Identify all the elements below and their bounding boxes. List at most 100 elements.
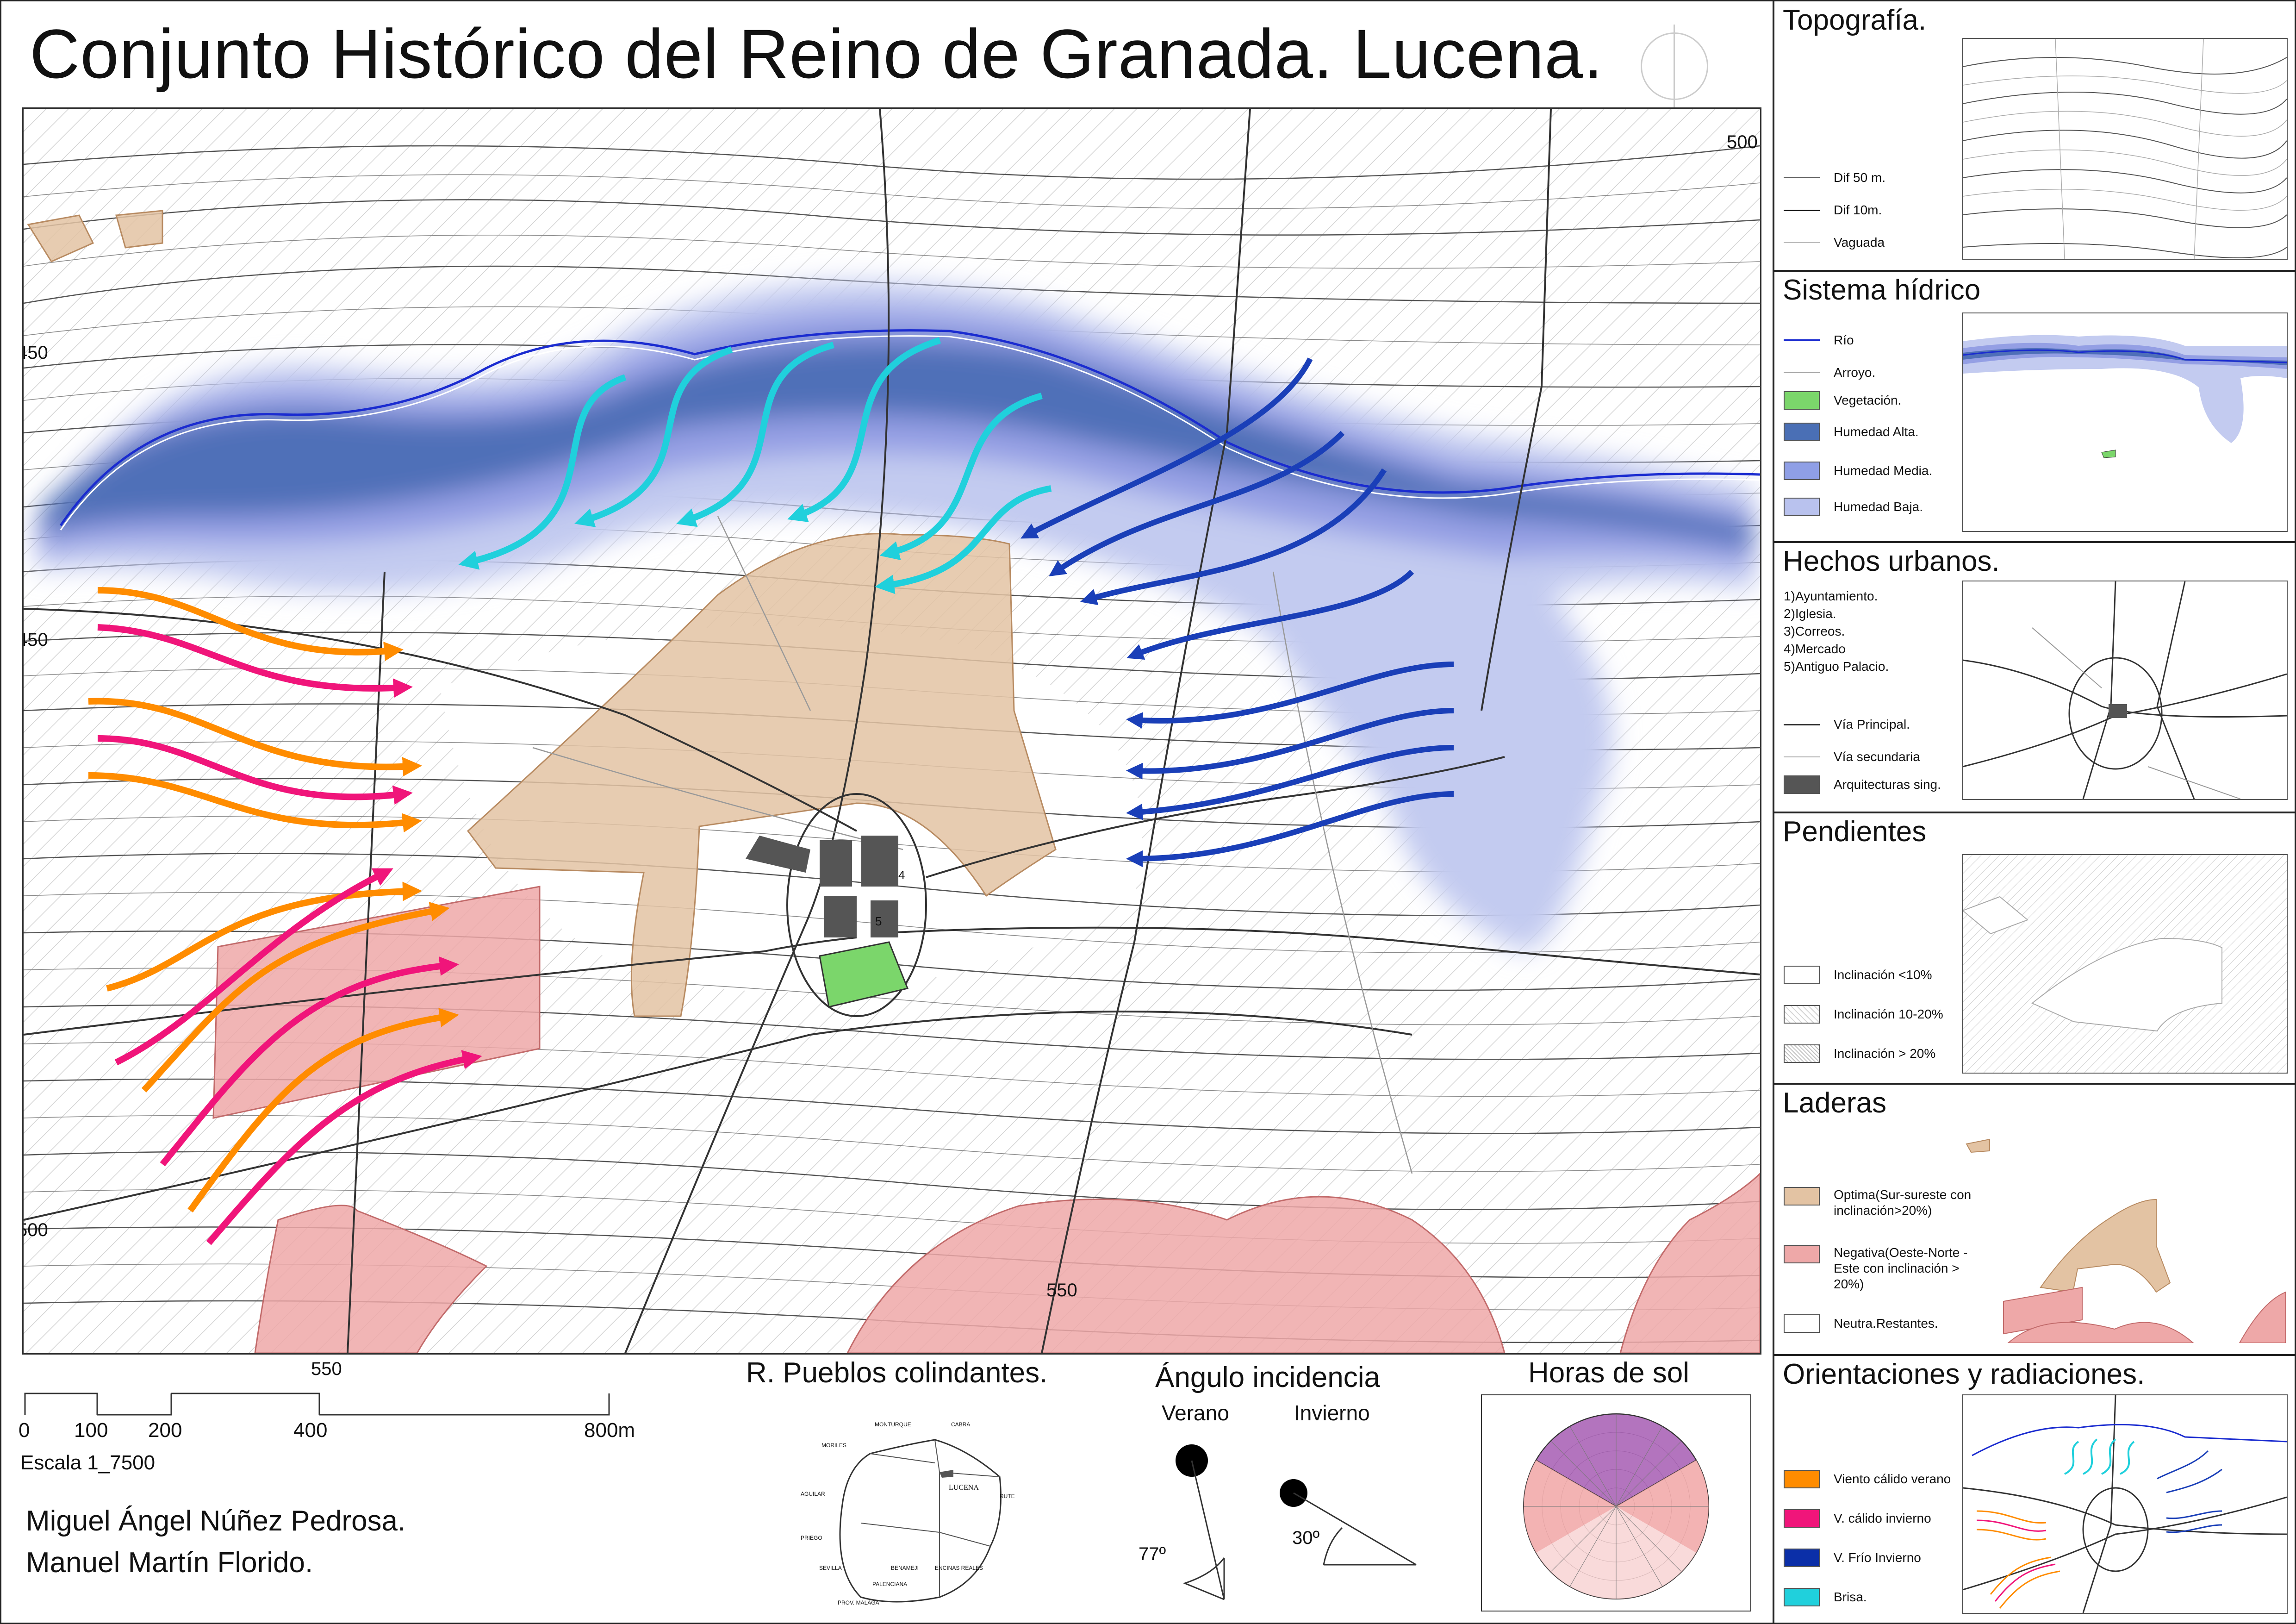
panel-title: Pendientes [1783,816,1927,848]
pueblo-label: CABRA [951,1421,971,1428]
panel-orientaciones: Orientaciones y radiaciones. Viento cáli… [1774,1354,2296,1624]
pueblo-label: PALENCIANA [872,1581,908,1587]
contour-label: 450 [24,630,48,650]
pueblos-map[interactable]: MONTURQUE CABRA MORILES LUCENA AGUILAR R… [801,1403,1032,1611]
place-label: 5 [875,914,882,928]
place-label: 4 [898,868,905,882]
legend-item: V. cálido invierno [1784,1509,1931,1528]
hidrico-mini-map [1963,335,2287,458]
sun-chart[interactable] [1481,1394,1751,1612]
panel-title: Topografía. [1783,4,1927,36]
panel-title: Orientaciones y radiaciones. [1783,1358,2145,1390]
panel-sistema-hidrico: Sistema hídrico Río Arroyo. Vegetación. … [1774,270,2296,543]
hidrico-thumbnail[interactable] [1962,312,2288,532]
legend-item: Río [1784,333,1854,348]
orientaciones-thumbnail[interactable] [1962,1394,2288,1614]
scale-tick: 800m [584,1419,635,1442]
panel-hechos-urbanos: Hechos urbanos. 1)Ayuntamiento. 2)Iglesi… [1774,541,2296,813]
negativa-swatch-icon [1784,1245,1820,1263]
north-arrow-icon [1641,25,1708,108]
legend-item: Vegetación. [1784,391,1901,410]
legend-item: Inclinación 10-20% [1784,1005,1943,1024]
urban-facts-list: 1)Ayuntamiento. 2)Iglesia. 3)Correos. 4)… [1784,587,1889,675]
legend-item: Inclinación > 20% [1784,1044,1935,1063]
legend-item: Vía Principal. [1784,717,1910,732]
panel-title: Sistema hídrico [1783,274,1981,306]
legend-item: Arroyo. [1784,365,1875,380]
fact-item: 1)Ayuntamiento. [1784,589,1878,603]
inclinacion-low-swatch-icon [1784,966,1820,984]
legend-item: Humedad Alta. [1784,423,1919,441]
angulo-title: Ángulo incidencia [1155,1362,1381,1393]
scale-tick: 100 [74,1419,108,1442]
inclinacion-high-swatch-icon [1784,1044,1820,1063]
legend-item: Vaguada [1784,235,1885,250]
inclinacion-mid-swatch-icon [1784,1005,1820,1024]
legend-item: Dif 10m. [1784,203,1882,218]
pueblo-label: AGUILAR [801,1491,825,1497]
laderas-thumbnail[interactable] [1962,1125,2286,1343]
horas-sol-title: Horas de sol [1528,1357,1690,1389]
scale-tick: 200 [148,1419,182,1442]
panel-topografia: Topografía. Dif 50 m. Dif 10m. Vaguada [1774,0,2296,272]
contour-label: 500 [24,1220,48,1240]
legend-column: Topografía. Dif 50 m. Dif 10m. Vaguada S… [1773,0,2296,1624]
verano-label: Verano [1162,1401,1229,1425]
vegetacion-swatch-icon [1784,391,1820,410]
arquitectura-swatch-icon [1784,775,1820,794]
humedad-media-swatch-icon [1784,462,1820,480]
brisa-swatch-icon [1784,1588,1820,1606]
legend-item: Humedad Baja. [1784,498,1923,516]
panel-pendientes: Pendientes Inclinación <10% Inclinación … [1774,812,2296,1085]
fact-item: 5)Antiguo Palacio. [1784,659,1889,674]
rio-line-icon [1784,339,1820,341]
viento-calido-verano-swatch-icon [1784,1470,1820,1488]
pueblo-label: MONTURQUE [875,1421,911,1428]
via-principal-line-icon [1784,724,1820,725]
optima-swatch-icon [1784,1187,1820,1206]
panel-title: Laderas [1783,1087,1887,1119]
fact-item: 4)Mercado [1784,642,1846,656]
invierno-label: Invierno [1294,1401,1370,1425]
urbanos-mini-map [1963,581,2287,799]
pueblo-label: PRIEGO [801,1535,822,1541]
contour-label: 500 [1727,132,1758,152]
pueblo-label: MORILES [821,1442,847,1449]
pueblo-label: PROV. MALAGA [838,1599,879,1606]
pendientes-thumbnail[interactable] [1962,854,2288,1074]
vaguada-line-icon [1784,242,1820,243]
legend-item: Arquitecturas sing. [1784,775,1941,794]
pueblo-label: LUCENA [949,1484,979,1492]
pueblo-label: RUTE [1000,1493,1015,1499]
contour-label: 550 [1046,1280,1077,1300]
sun-path-diagram [1523,1413,1709,1599]
fact-item: 2)Iglesia. [1784,606,1836,621]
contour-label: 450 [24,343,48,363]
page-title: Conjunto Histórico del Reino de Granada.… [30,15,1604,93]
legend-item: Neutra.Restantes. [1784,1314,1938,1333]
invierno-angle-value: 30º [1292,1528,1320,1548]
legend-item: Optima(Sur-sureste con inclinación>20%) [1784,1187,1972,1218]
urbanos-thumbnail[interactable] [1962,581,2288,800]
fact-item: 3)Correos. [1784,624,1845,638]
verano-angle-value: 77º [1139,1544,1166,1564]
legend-item: Negativa(Oeste-Norte -Este con inclinaci… [1784,1245,1972,1292]
scale-tick: 0 [19,1419,30,1442]
humedad-alta-swatch-icon [1784,423,1820,441]
dif50-line-icon [1784,177,1820,178]
legend-item: Humedad Media. [1784,462,1932,480]
scale-label: Escala 1_7500 [20,1451,156,1474]
legend-item: Vía secundaria [1784,750,1920,764]
legend-item: Inclinación <10% [1784,966,1932,984]
pueblos-outline [839,1439,1002,1603]
v-frio-invierno-swatch-icon [1784,1549,1820,1567]
topografia-thumbnail[interactable] [1962,38,2288,260]
author-name: Manuel Martín Florido. [26,1547,313,1579]
map-canvas [24,109,1760,1353]
main-map[interactable]: 500 450 450 500 550 4 5 [22,107,1761,1355]
author-name: Miguel Ángel Núñez Pedrosa. [26,1505,406,1537]
panel-title: Hechos urbanos. [1783,545,2000,577]
topografia-mini-map [1963,39,2287,259]
angle-diagram [1176,1444,1417,1600]
pueblo-label: ENCINAS REALES [935,1565,983,1571]
